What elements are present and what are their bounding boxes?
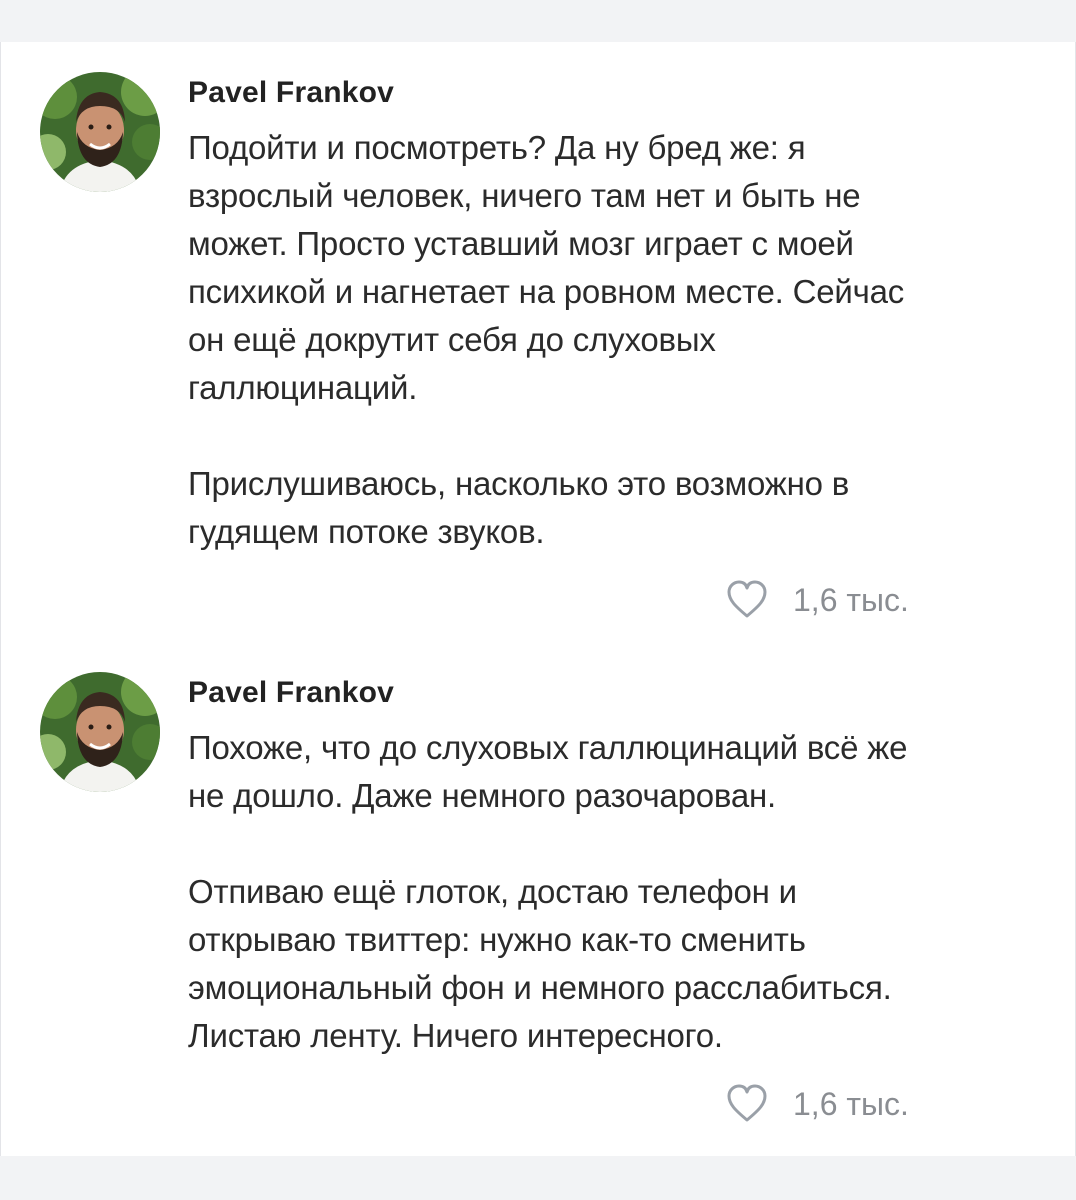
author-avatar[interactable] [40,672,160,792]
comment-paragraph: Похоже, что до слуховых галлюцинаций всё… [188,729,908,814]
author-name[interactable]: Pavel Frankov [188,75,394,111]
comments-card: Pavel Frankov Подойти и посмотреть? Да н… [0,42,1076,1156]
avatar-photo [40,672,160,792]
comment-paragraph: Отпиваю ещё глоток, достаю телефон и отк… [188,873,892,1054]
heart-icon [727,1084,767,1122]
author-name[interactable]: Pavel Frankov [188,675,394,711]
heart-icon [727,580,767,618]
avatar-photo [40,72,160,192]
like-count: 1,6 тыс. [793,1086,909,1122]
author-avatar[interactable] [40,72,160,192]
like-count: 1,6 тыс. [793,582,909,618]
comment-paragraph: Прислушиваюсь, насколько это возможно в … [188,465,850,550]
like-button[interactable]: 1,6 тыс. [725,1082,909,1126]
comment-paragraph: Подойти и посмотреть? Да ну бред же: я в… [188,129,905,406]
like-button[interactable]: 1,6 тыс. [725,578,909,622]
